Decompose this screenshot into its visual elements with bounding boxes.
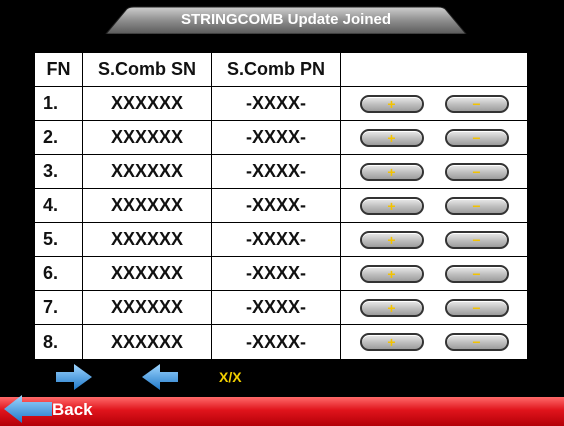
row-actions: + −	[341, 189, 527, 223]
add-button[interactable]: +	[359, 128, 424, 147]
row-sn: XXXXXX	[83, 291, 212, 325]
header-actions	[341, 53, 527, 87]
row-actions: + −	[341, 257, 527, 291]
row-pn: -XXXX-	[212, 189, 341, 223]
row-pn: -XXXX-	[212, 155, 341, 189]
title-tab: STRINGCOMB Update Joined	[104, 6, 468, 34]
row-pn: -XXXX-	[212, 257, 341, 291]
row-actions: + −	[341, 121, 527, 155]
stringcomb-table: FN S.Comb SN S.Comb PN 1. XXXXXX -XXXX- + −2…	[34, 52, 528, 360]
row-sn: XXXXXX	[83, 257, 212, 291]
row-fn: 4.	[35, 189, 83, 223]
add-button[interactable]: +	[359, 196, 424, 215]
row-actions: + −	[341, 87, 527, 121]
row-pn: -XXXX-	[212, 325, 341, 359]
row-sn: XXXXXX	[83, 189, 212, 223]
row-pn: -XXXX-	[212, 121, 341, 155]
header-pn: S.Comb PN	[212, 53, 341, 87]
add-button[interactable]: +	[359, 94, 424, 113]
row-actions: + −	[341, 155, 527, 189]
row-fn: 3.	[35, 155, 83, 189]
row-pn: -XXXX-	[212, 87, 341, 121]
row-sn: XXXXXX	[83, 223, 212, 257]
row-fn: 1.	[35, 87, 83, 121]
remove-button[interactable]: −	[444, 333, 509, 351]
row-pn: -XXXX-	[212, 223, 341, 257]
page-indicator: X/X	[219, 369, 242, 385]
row-actions: + −	[341, 325, 527, 359]
row-actions: + −	[341, 223, 527, 257]
arrow-left-icon[interactable]	[140, 362, 180, 392]
row-sn: XXXXXX	[83, 325, 212, 359]
remove-button[interactable]: −	[444, 94, 509, 113]
row-fn: 2.	[35, 121, 83, 155]
add-button[interactable]: +	[359, 333, 424, 351]
row-sn: XXXXXX	[83, 87, 212, 121]
add-button[interactable]: +	[359, 298, 424, 317]
remove-button[interactable]: −	[444, 162, 509, 181]
row-fn: 5.	[35, 223, 83, 257]
add-button[interactable]: +	[359, 162, 424, 181]
header-fn: FN	[35, 53, 83, 87]
row-actions: + −	[341, 291, 527, 325]
back-button[interactable]: Back	[52, 400, 93, 420]
remove-button[interactable]: −	[444, 196, 509, 215]
row-sn: XXXXXX	[83, 121, 212, 155]
remove-button[interactable]: −	[444, 298, 509, 317]
remove-button[interactable]: −	[444, 264, 509, 283]
remove-button[interactable]: −	[444, 230, 509, 249]
page-title: STRINGCOMB Update Joined	[180, 11, 391, 28]
header-sn: S.Comb SN	[83, 53, 212, 87]
remove-button[interactable]: −	[444, 128, 509, 147]
row-fn: 6.	[35, 257, 83, 291]
row-fn: 7.	[35, 291, 83, 325]
add-button[interactable]: +	[359, 230, 424, 249]
row-fn: 8.	[35, 325, 83, 359]
row-sn: XXXXXX	[83, 155, 212, 189]
arrow-right-icon[interactable]	[54, 362, 94, 392]
add-button[interactable]: +	[359, 264, 424, 283]
row-pn: -XXXX-	[212, 291, 341, 325]
